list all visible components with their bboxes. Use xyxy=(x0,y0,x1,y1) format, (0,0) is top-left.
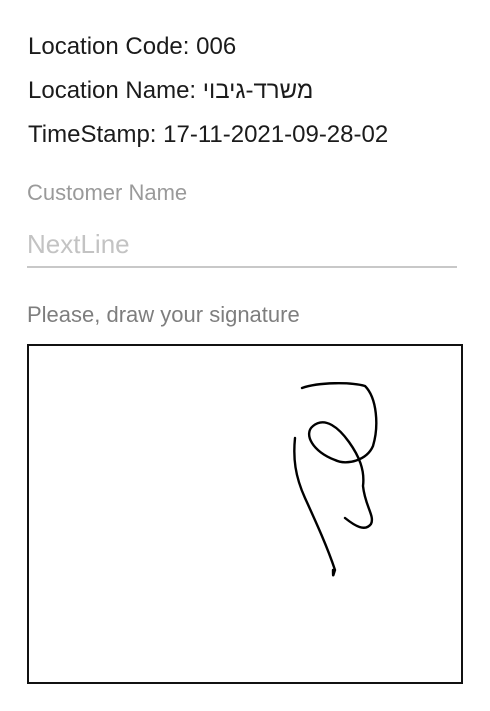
timestamp-line: TimeStamp: 17-11-2021-09-28-02 xyxy=(28,120,388,150)
signature-pad[interactable] xyxy=(27,344,463,684)
location-code-line: Location Code: 006 xyxy=(28,32,236,62)
timestamp-label: TimeStamp: xyxy=(28,121,164,148)
signature-stroke xyxy=(293,382,378,577)
signature-prompt: Please, draw your signature xyxy=(27,302,300,327)
signature-drawing xyxy=(293,382,378,577)
location-name-label: Location Name: xyxy=(28,77,203,104)
timestamp-value: 17-11-2021-09-28-02 xyxy=(163,121,389,148)
location-code-label: Location Code: xyxy=(28,33,197,60)
location-name-value: משרד-גיבוי xyxy=(202,77,314,104)
location-name-line: Location Name: משרד-גיבוי xyxy=(28,76,313,106)
location-code-value: 006 xyxy=(196,33,237,60)
customer-name-label: Customer Name xyxy=(27,180,188,205)
customer-name-input[interactable] xyxy=(27,222,457,268)
